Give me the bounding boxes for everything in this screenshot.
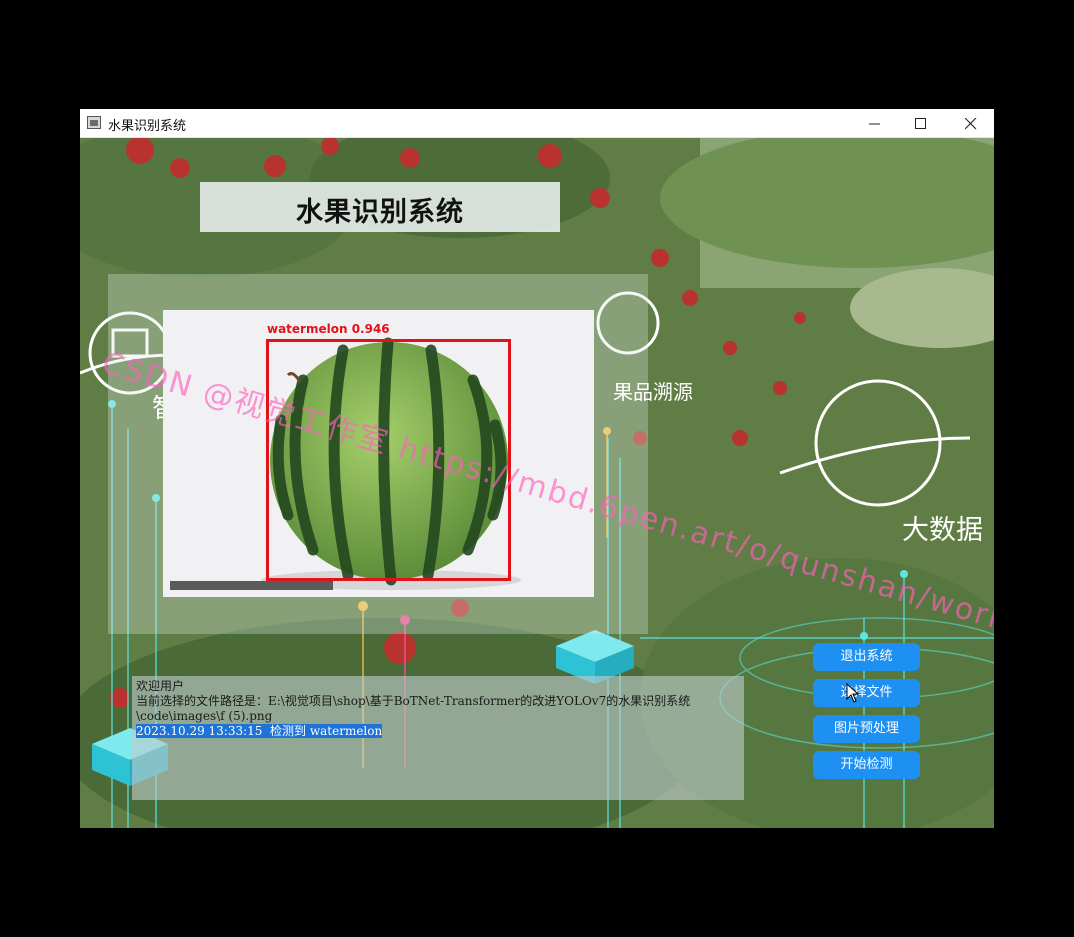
detection-label: watermelon 0.946 [267, 322, 390, 336]
minimize-button[interactable] [852, 109, 898, 138]
maximize-icon [915, 118, 926, 129]
start-detection-button[interactable]: 开始检测 [813, 751, 920, 779]
main-area: 水果识别系统 智 果品溯源 大数据 [80, 138, 994, 828]
log-selected-text: 2023.10.29 13:33:15 检测到 watermelon [136, 724, 383, 738]
mouse-cursor-icon [846, 683, 860, 703]
image-preprocess-button[interactable]: 图片预处理 [813, 715, 920, 743]
close-button[interactable] [948, 109, 994, 138]
header-banner: 水果识别系统 [200, 182, 560, 232]
traceability-label: 果品溯源 [613, 380, 693, 404]
log-line-detection: 2023.10.29 13:33:15 检测到 watermelon [136, 724, 740, 739]
close-icon [965, 118, 977, 130]
page-title: 水果识别系统 [296, 197, 464, 228]
big-data-label: 大数据 [902, 515, 983, 546]
image-caption-strip [170, 581, 333, 590]
log-line-welcome: 欢迎用户 [136, 679, 185, 693]
log-line-file-path-cont: \code\images\f (5).png [136, 709, 273, 723]
window-title: 水果识别系统 [108, 119, 187, 134]
app-icon [87, 116, 101, 129]
title-bar: 水果识别系统 [80, 109, 994, 138]
maximize-button[interactable] [898, 109, 944, 138]
select-file-button[interactable]: 选择文件 [813, 679, 920, 707]
app-window: 水果识别系统 水果识别系统 果品溯源 大数据 watermelon 0.946 … [80, 109, 994, 828]
log-text-area[interactable]: 欢迎用户 当前选择的文件路径是：E:\视觉项目\shop\基于BoTNet-Tr… [132, 676, 744, 800]
log-line-file-path: 当前选择的文件路径是：E:\视觉项目\shop\基于BoTNet-Transfo… [136, 694, 691, 708]
exit-system-button[interactable]: 退出系统 [813, 643, 920, 671]
minimize-icon [869, 123, 880, 125]
